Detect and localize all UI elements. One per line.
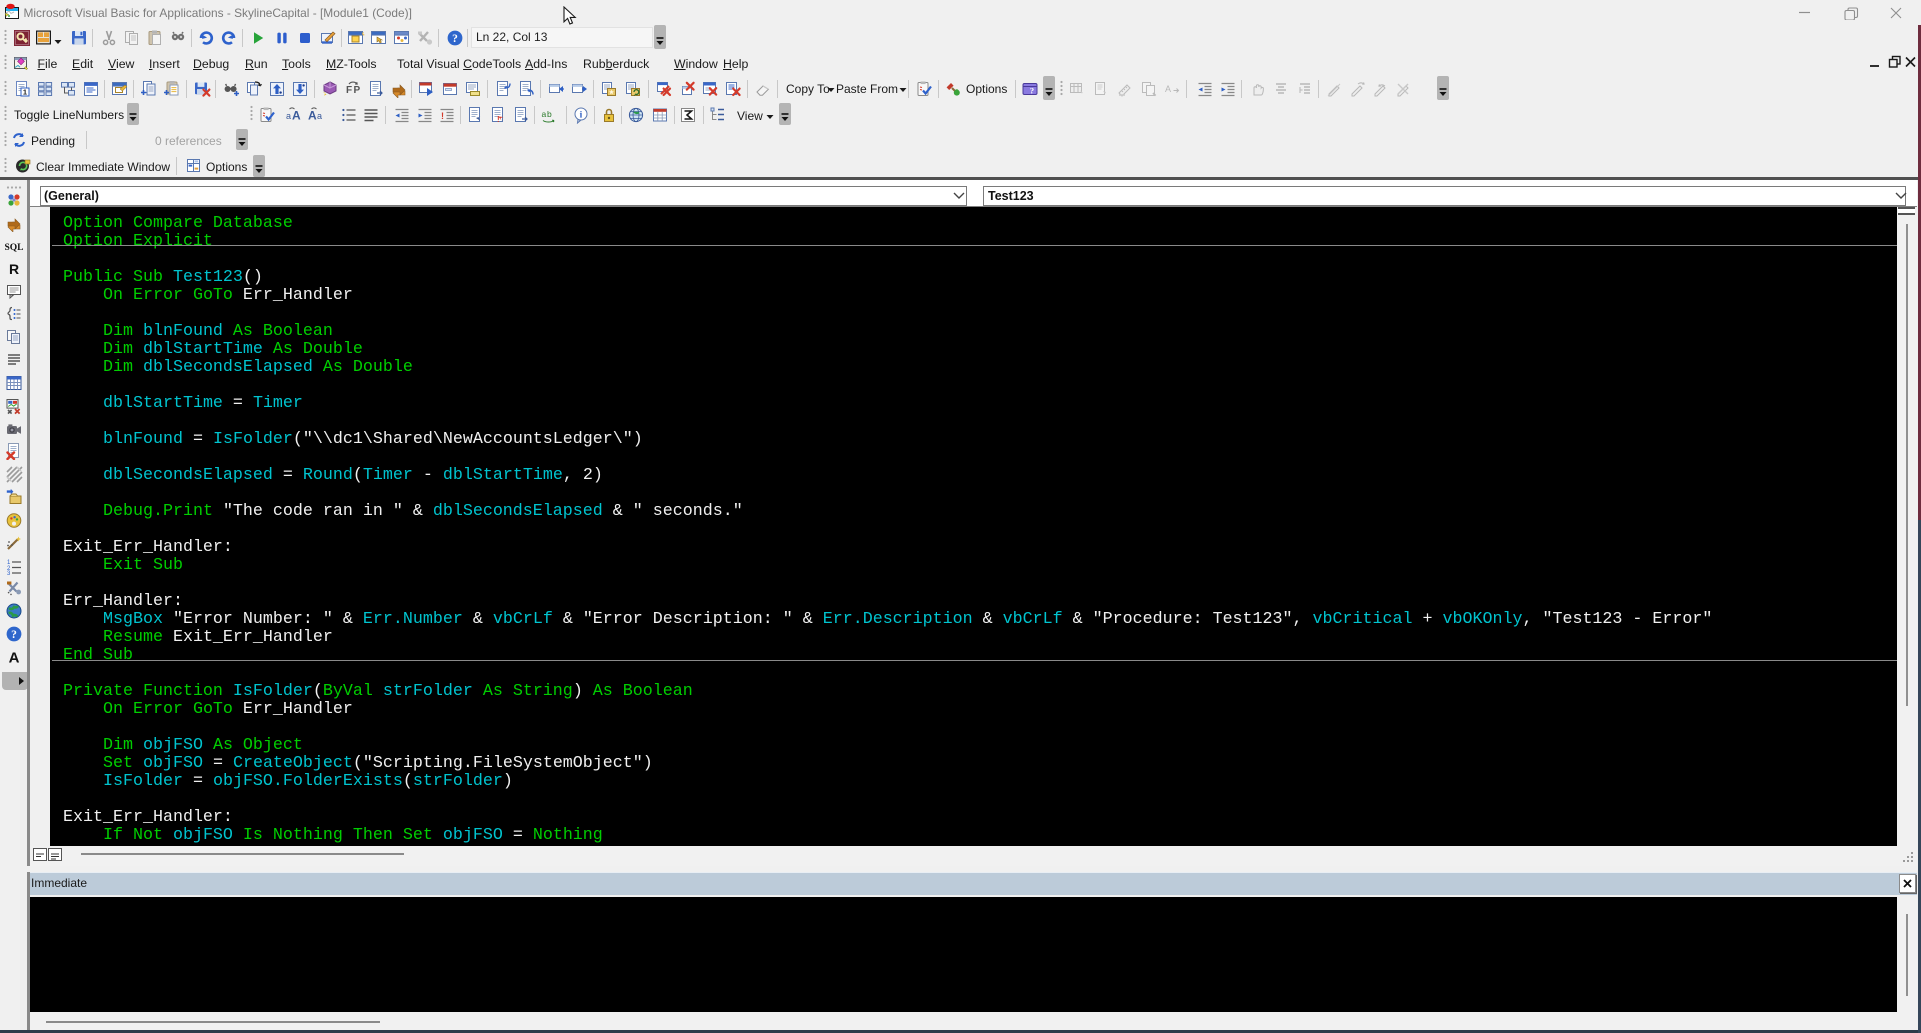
svg-text:?: ? [452, 33, 458, 45]
svg-text:!: ! [497, 115, 500, 124]
svg-text:a: a [317, 111, 322, 121]
svg-text:A: A [292, 108, 301, 122]
svg-text:a: a [542, 109, 547, 119]
svg-text:A: A [308, 108, 317, 122]
svg-text:A: A [9, 650, 20, 667]
svg-text:R: R [9, 261, 19, 277]
svg-text:b: b [547, 109, 552, 119]
svg-text:1: 1 [23, 88, 27, 97]
svg-text:3: 3 [7, 571, 11, 575]
svg-text:a: a [286, 111, 291, 121]
svg-text:SQL: SQL [5, 243, 23, 253]
svg-text:?: ? [1030, 86, 1034, 96]
svg-text:?: ? [11, 629, 17, 641]
svg-text:A: A [1165, 84, 1171, 94]
svg-text:i: i [580, 110, 583, 120]
svg-text:!: ! [441, 111, 444, 121]
svg-text:P: P [354, 85, 361, 96]
svg-text:F: F [346, 85, 352, 96]
